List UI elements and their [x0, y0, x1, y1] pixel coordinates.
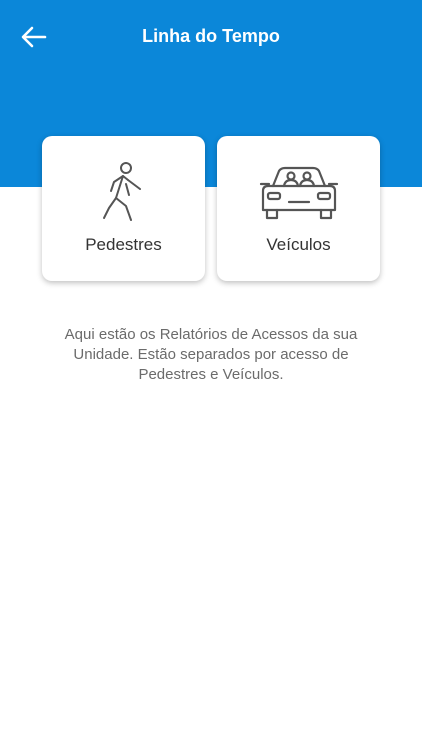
veiculos-label: Veículos	[266, 235, 331, 254]
veiculos-card[interactable]: Veículos	[217, 136, 380, 281]
page-title: Linha do Tempo	[142, 26, 280, 46]
car-icon	[217, 160, 380, 226]
pedestres-card[interactable]: Pedestres	[42, 136, 205, 281]
description-text: Aqui estão os Relatórios de Acessos da s…	[64, 326, 358, 383]
pedestres-label: Pedestres	[85, 235, 162, 254]
pedestrian-icon	[42, 160, 205, 226]
